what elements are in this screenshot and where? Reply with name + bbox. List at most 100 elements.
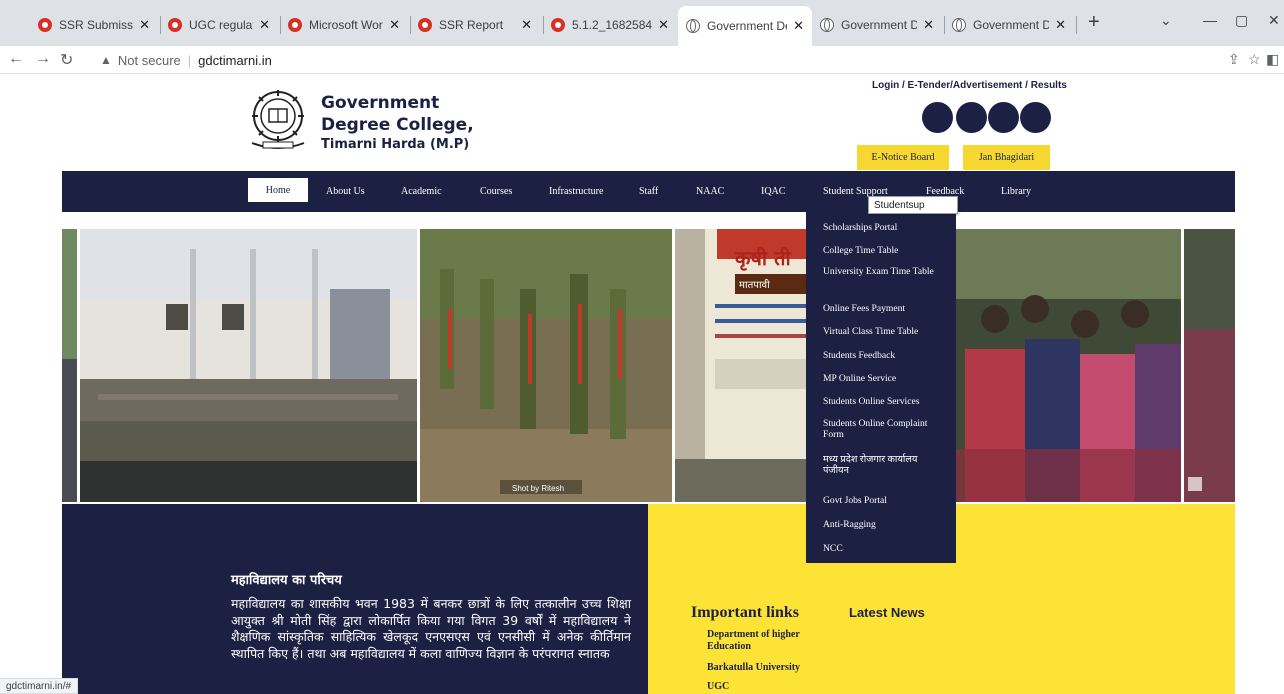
web-page: Government Degree College, Timarni Harda… — [0, 75, 1284, 694]
slider-photo-5 — [1184, 229, 1235, 502]
red-logo-icon — [168, 18, 182, 32]
tab-separator — [1076, 16, 1077, 34]
nav-infrastructure[interactable]: Infrastructure — [549, 186, 603, 197]
dropdown-item-anti-ragging[interactable]: Anti-Ragging — [823, 519, 943, 530]
latest-news-title: Latest News — [849, 605, 925, 620]
dropdown-item-complaint-form[interactable]: Students Online Complaint Form — [823, 418, 943, 440]
link-higher-education[interactable]: Department of higher Education — [707, 629, 817, 653]
nav-academic[interactable]: Academic — [401, 186, 442, 197]
dropdown-item-college-timetable[interactable]: College Time Table — [823, 245, 943, 256]
nav-iqac[interactable]: IQAC — [761, 186, 785, 197]
new-tab-icon[interactable]: + — [1088, 11, 1100, 34]
college-name-line3: Timarni Harda (M.P) — [321, 137, 470, 152]
sign-subtitle: मातपावी — [739, 279, 770, 291]
college-name[interactable]: Government Degree College, Timarni Harda… — [321, 92, 474, 154]
student-support-dropdown: Scholarships Portal College Time Table U… — [806, 210, 956, 563]
dropdown-item-online-fees[interactable]: Online Fees Payment — [823, 303, 943, 314]
slider-photo-2: Shot by Ritesh — [420, 229, 672, 502]
globe-icon — [686, 19, 700, 33]
dropdown-item-scholarships[interactable]: Scholarships Portal — [823, 222, 943, 233]
nav-library[interactable]: Library — [1001, 186, 1031, 197]
chevron-down-icon[interactable]: ⌄ — [1160, 12, 1172, 29]
important-links-title: Important links — [691, 604, 800, 621]
main-navbar: Home About Us Academic Courses Infrastru… — [62, 171, 1235, 212]
dropdown-item-ncc[interactable]: NCC — [823, 543, 943, 554]
dropdown-item-online-services[interactable]: Students Online Services — [823, 396, 943, 407]
link-ugc[interactable]: UGC — [707, 681, 817, 693]
share-icon[interactable]: ⇪ — [1228, 51, 1240, 68]
close-icon[interactable]: ✕ — [139, 17, 150, 33]
minimize-icon[interactable]: — — [1203, 12, 1217, 28]
nav-staff[interactable]: Staff — [639, 186, 658, 197]
warning-icon[interactable]: ▲ — [100, 53, 112, 67]
photo-caption: Shot by Ritesh — [512, 484, 564, 493]
social-facebook-icon[interactable] — [922, 102, 953, 133]
social-youtube-icon[interactable] — [1020, 102, 1051, 133]
top-links[interactable]: Login / E-Tender/Advertisement / Results — [872, 80, 1067, 91]
slider-photo-3: कृषी ती मातपावी — [675, 229, 807, 502]
slider-photo-edge-left — [62, 229, 77, 502]
browser-tab-2[interactable]: UGC regulation.p ✕ — [160, 8, 278, 42]
browser-tab-3[interactable]: Microsoft Word - ✕ — [280, 8, 408, 42]
nav-about-us[interactable]: About Us — [326, 186, 365, 197]
intro-text: महाविद्यालय का शासकीय भवन 1983 में बनकर … — [231, 596, 631, 661]
college-emblem-icon — [251, 90, 305, 149]
dropdown-item-virtual-class[interactable]: Virtual Class Time Table — [823, 326, 943, 337]
intro-section: महाविद्यालय का परिचय महाविद्यालय का शासक… — [62, 504, 648, 694]
red-logo-icon — [38, 18, 52, 32]
tooltip: Studentsup — [868, 196, 958, 214]
browser-tab-4[interactable]: SSR Report ✕ — [410, 8, 540, 42]
url-text: gdctimarni.in — [198, 52, 272, 68]
browser-tab-active[interactable]: Government Deg ✕ — [678, 6, 812, 46]
dropdown-item-rojgar[interactable]: मध्य प्रदेश रोजगार कार्यालय पंजीयन — [823, 454, 943, 476]
browser-tab-8[interactable]: Government Deg ✕ — [944, 8, 1074, 42]
tab-title: Government Deg — [973, 18, 1050, 32]
red-logo-icon — [551, 18, 565, 32]
sidepanel-icon[interactable]: ◧ — [1266, 51, 1279, 68]
tab-title: SSR Submission — [59, 18, 134, 32]
close-icon[interactable]: ✕ — [259, 17, 270, 33]
nav-naac[interactable]: NAAC — [696, 186, 724, 197]
red-logo-icon — [288, 18, 302, 32]
social-twitter-icon[interactable] — [956, 102, 987, 133]
browser-tab-7[interactable]: Government Deg ✕ — [812, 8, 942, 42]
link-barkatulla[interactable]: Barkatulla University — [707, 662, 817, 674]
dropdown-item-mp-online[interactable]: MP Online Service — [823, 373, 943, 384]
back-icon[interactable]: ← — [8, 50, 24, 68]
red-logo-icon — [418, 18, 432, 32]
close-icon[interactable]: ✕ — [389, 17, 400, 33]
close-icon[interactable]: ✕ — [1055, 17, 1066, 33]
social-instagram-icon[interactable] — [988, 102, 1019, 133]
forward-icon[interactable]: → — [35, 50, 51, 68]
enotice-board-button[interactable]: E-Notice Board — [857, 145, 949, 170]
slider-photo-4 — [955, 229, 1181, 502]
star-icon[interactable]: ☆ — [1248, 51, 1261, 68]
address-bar: ← → ↻ ▲ Not secure | gdctimarni.in ⇪ ☆ ◧ — [0, 46, 1284, 74]
college-name-line2: Degree College, — [321, 115, 474, 135]
tab-title: Microsoft Word - — [309, 18, 383, 32]
close-icon[interactable]: ✕ — [521, 17, 532, 33]
slider-photo-1 — [80, 229, 417, 502]
dropdown-item-govt-jobs[interactable]: Govt Jobs Portal — [823, 495, 943, 506]
status-url: gdctimarni.in/# — [0, 678, 79, 694]
tab-title: UGC regulation.p — [189, 18, 253, 32]
restore-icon[interactable]: ▢ — [1235, 12, 1248, 29]
close-icon[interactable]: ✕ — [658, 17, 669, 33]
nav-home[interactable]: Home — [248, 178, 308, 202]
reload-icon[interactable]: ↻ — [60, 50, 73, 70]
dropdown-item-students-feedback[interactable]: Students Feedback — [823, 350, 943, 361]
browser-tab-1[interactable]: SSR Submission ✕ — [30, 8, 158, 42]
divider: | — [187, 52, 192, 68]
browser-tab-bar: SSR Submission ✕ UGC regulation.p ✕ Micr… — [0, 0, 1284, 46]
nav-courses[interactable]: Courses — [480, 186, 512, 197]
close-icon[interactable]: ✕ — [923, 17, 934, 33]
tab-title: Government Deg — [841, 18, 918, 32]
url-input[interactable]: ▲ Not secure | gdctimarni.in — [100, 48, 1230, 72]
jan-bhagidari-button[interactable]: Jan Bhagidari — [963, 145, 1050, 170]
intro-title: महाविद्यालय का परिचय — [231, 573, 342, 588]
browser-tab-5[interactable]: 5.1.2_168258463 ✕ — [543, 8, 677, 42]
dropdown-item-exam-timetable[interactable]: University Exam Time Table — [823, 266, 943, 277]
close-icon[interactable]: ✕ — [793, 18, 804, 34]
close-window-icon[interactable]: ✕ — [1268, 12, 1280, 29]
tab-title: SSR Report — [439, 18, 504, 32]
